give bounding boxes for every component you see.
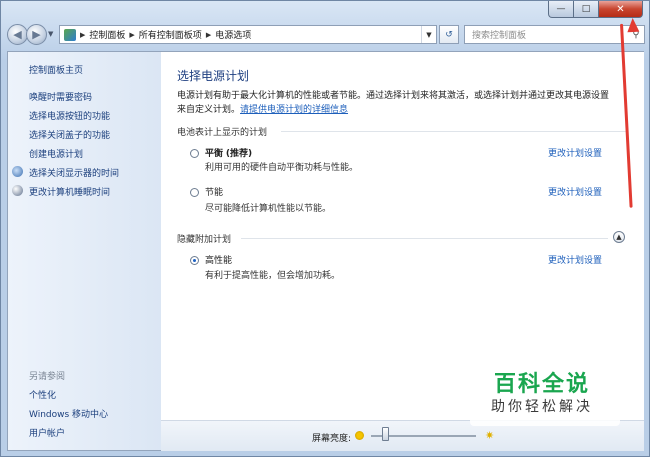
sidebar: 控制面板主页 唤醒时需要密码 选择电源按钮的功能 选择关闭盖子的功能 创建电源计… [8,52,161,450]
plan-tag: (推荐) [225,149,253,159]
maximize-button[interactable]: □ [574,1,599,18]
change-plan-settings-link[interactable]: 更改计划设置 [548,146,602,159]
plan-details-link[interactable]: 请提供电源计划的详细信息 [240,105,348,115]
see-also-header: 另请参阅 [29,372,66,382]
sidebar-item-mobility-center[interactable]: Windows 移动中心 [29,407,108,420]
change-plan-settings-link[interactable]: 更改计划设置 [548,185,602,198]
plan-name-high-performance[interactable]: 高性能 [205,253,232,266]
back-arrow-icon: ◀ [13,28,22,41]
page-description: 电源计划有助于最大化计算机的性能或者节能。通过选择计划来将其激活，或选择计划并通… [177,89,629,117]
plan-radio-power-saver[interactable] [190,188,199,197]
brightness-label: 屏幕亮度: [312,434,352,444]
brightness-low-icon [355,431,364,440]
navigation-bar: ◀ ▶ ▼ ▶ 控制面板 ▶ 所有控制面板项 ▶ 电源选项 ▼ ↺ 搜索控制面板… [7,23,645,47]
sidebar-item-wake-password[interactable]: 唤醒时需要密码 [29,90,92,103]
description-line1: 电源计划有助于最大化计算机的性能或者节能。通过选择计划来将其激活，或选择计划并通… [177,91,610,101]
collapse-chevron-up-icon[interactable]: ▲ [613,231,625,243]
sidebar-item-display-off[interactable]: 选择关闭显示器的时间 [29,166,119,179]
plan-desc-balanced: 利用可用的硬件自动平衡功耗与性能。 [205,163,359,173]
back-button[interactable]: ◀ [7,24,28,45]
address-dropdown-icon[interactable]: ▼ [421,26,436,43]
recent-pages-dropdown[interactable]: ▼ [48,30,56,38]
breadcrumb-all-items[interactable]: 所有控制面板项 [139,28,202,41]
plan-title: 平衡 [205,149,224,159]
refresh-button[interactable]: ↺ [439,25,459,44]
brightness-high-icon: ✷ [485,429,495,442]
plan-name-balanced[interactable]: 平衡 (推荐) [205,146,252,159]
control-panel-icon [64,28,76,41]
sleep-icon [12,185,23,196]
plan-radio-balanced[interactable] [190,149,199,158]
hidden-plans-header[interactable]: 隐藏附加计划 [177,232,231,245]
watermark-title: 百科全说 [493,372,590,397]
sidebar-item-home[interactable]: 控制面板主页 [29,63,83,76]
section-divider [241,238,608,239]
address-bar[interactable]: ▶ 控制面板 ▶ 所有控制面板项 ▶ 电源选项 ▼ [59,25,437,44]
breadcrumb-separator-icon[interactable]: ▶ [80,31,85,39]
display-icon [12,166,23,177]
watermark-logo: 百科全说 助你轻松解决 [482,372,602,416]
plan-name-power-saver[interactable]: 节能 [205,185,223,198]
description-line2: 来自定义计划。 [177,105,241,115]
sidebar-item-user-accounts[interactable]: 用户帐户 [29,426,65,439]
sidebar-item-create-plan[interactable]: 创建电源计划 [29,147,83,160]
search-placeholder: 搜索控制面板 [472,31,527,41]
sidebar-item-lid[interactable]: 选择关闭盖子的功能 [29,128,110,141]
sidebar-item-sleep[interactable]: 更改计算机睡眠时间 [29,185,110,198]
brightness-slider-thumb[interactable] [381,427,389,441]
section-divider [281,131,626,132]
breadcrumb-power-options[interactable]: 电源选项 [215,28,251,41]
refresh-icon: ↺ [445,29,453,40]
breadcrumb-control-panel[interactable]: 控制面板 [89,28,125,41]
forward-arrow-icon: ▶ [32,28,41,41]
minimize-button[interactable]: — [548,1,574,18]
annotation-arrow-head-icon [626,17,640,33]
caption-buttons: — □ ✕ [548,1,643,18]
battery-section-header: 电池表计上显示的计划 [177,128,268,138]
sidebar-item-power-button[interactable]: 选择电源按钮的功能 [29,109,110,122]
plan-radio-high-performance[interactable] [190,256,199,265]
page-title: 选择电源计划 [177,69,250,83]
search-input[interactable]: 搜索控制面板 ⚲ [464,25,645,44]
plan-desc-power-saver: 尽可能降低计算机性能以节能。 [205,204,332,214]
breadcrumb-separator-icon[interactable]: ▶ [129,31,134,39]
change-plan-settings-link[interactable]: 更改计划设置 [548,253,602,266]
breadcrumb-separator-icon[interactable]: ▶ [206,31,211,39]
watermark-subtitle: 助你轻松解决 [491,399,593,415]
plan-desc-high-performance: 有利于提高性能，但会增加功耗。 [205,271,341,281]
close-button[interactable]: ✕ [599,1,643,18]
forward-button[interactable]: ▶ [26,24,47,45]
sidebar-item-personalize[interactable]: 个性化 [29,388,56,401]
